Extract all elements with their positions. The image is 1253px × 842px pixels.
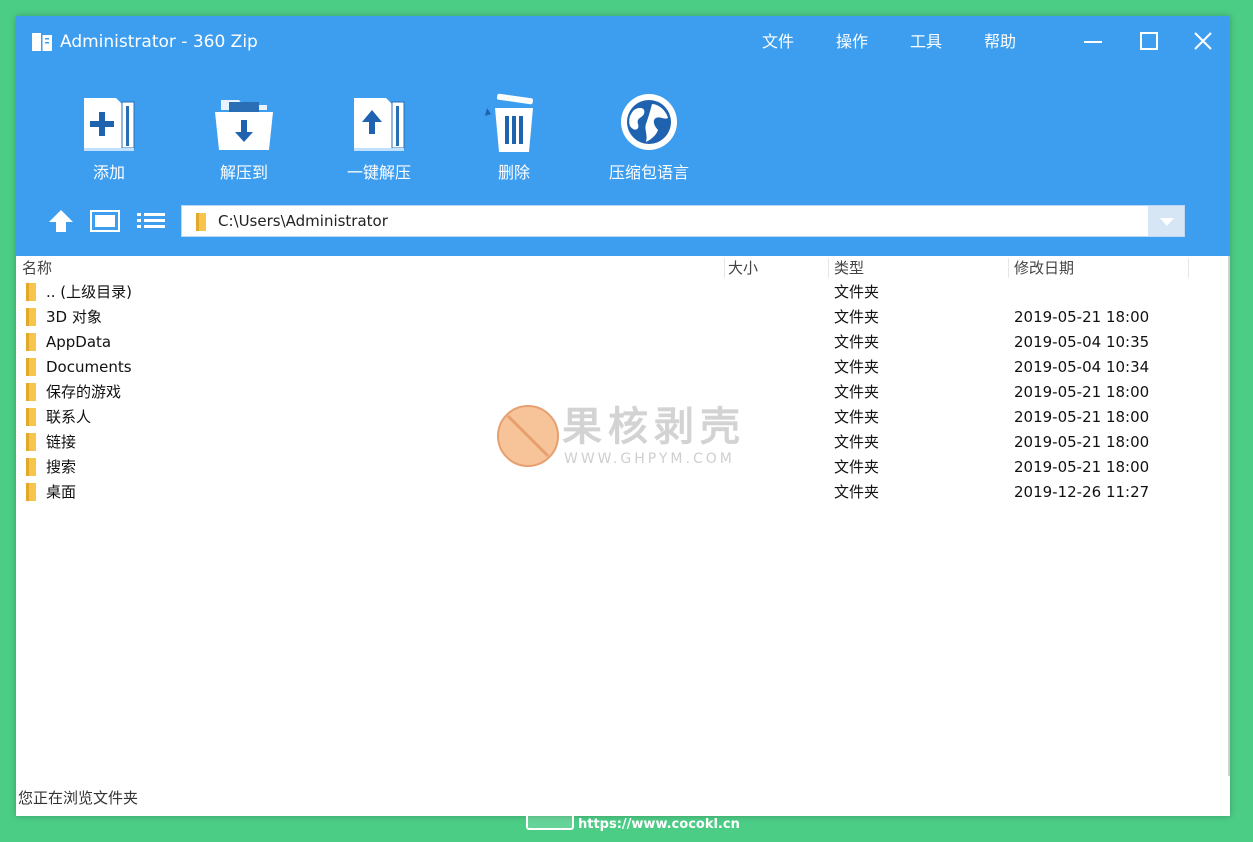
file-type: 文件夹 <box>834 383 880 401</box>
archive-language-label: 压缩包语言 <box>608 163 689 182</box>
file-name: Documents <box>46 358 132 376</box>
file-modified: 2019-05-21 18:00 <box>1014 383 1150 401</box>
file-modified: 2019-05-21 18:00 <box>1014 458 1150 476</box>
menu-operation[interactable]: 操作 <box>836 30 868 54</box>
add-button[interactable]: 添加 <box>54 86 164 186</box>
folder-icon <box>26 458 36 476</box>
file-row[interactable]: AppData 文件夹 2019-05-04 10:35 <box>16 330 1230 355</box>
folder-icon <box>26 358 36 376</box>
file-name: 桌面 <box>46 483 77 501</box>
one-click-extract-label: 一键解压 <box>346 163 411 182</box>
footer-watermark-line2: https://www.cocokl.cn <box>578 817 740 832</box>
minimize-icon <box>1084 41 1102 43</box>
column-modified[interactable]: 修改日期 <box>1008 256 1188 280</box>
column-divider <box>1188 258 1189 278</box>
file-type: 文件夹 <box>834 408 880 426</box>
file-name: AppData <box>46 333 112 351</box>
battery-icon <box>526 806 574 830</box>
titlebar: Administrator - 360 Zip 文件 操作 工具 帮助 <box>16 16 1230 68</box>
menu-help[interactable]: 帮助 <box>984 30 1016 54</box>
close-icon <box>1194 32 1212 50</box>
file-modified: 2019-05-21 18:00 <box>1014 433 1150 451</box>
file-type: 文件夹 <box>834 308 880 326</box>
column-type[interactable]: 类型 <box>828 256 1008 280</box>
column-size[interactable]: 大小 <box>722 256 828 280</box>
file-row[interactable]: 保存的游戏 文件夹 2019-05-21 18:00 <box>16 380 1230 405</box>
thumbnail-view-button[interactable] <box>90 208 120 234</box>
delete-button[interactable]: 删除 <box>459 86 569 186</box>
close-button[interactable] <box>1186 26 1220 58</box>
one-click-extract-icon <box>354 98 405 151</box>
folder-icon <box>196 213 206 231</box>
add-label: 添加 <box>92 163 125 182</box>
file-row[interactable]: Documents 文件夹 2019-05-04 10:34 <box>16 355 1230 380</box>
file-name: 3D 对象 <box>46 308 102 326</box>
menu-tools[interactable]: 工具 <box>910 30 942 54</box>
file-name: 链接 <box>46 433 77 451</box>
file-type: 文件夹 <box>834 483 880 501</box>
file-row[interactable]: 桌面 文件夹 2019-12-26 11:27 <box>16 480 1230 505</box>
folder-icon <box>26 308 36 326</box>
folder-icon <box>26 333 36 351</box>
file-name: 搜索 <box>46 458 77 476</box>
extract-to-button[interactable]: 解压到 <box>189 86 299 186</box>
minimize-button[interactable] <box>1076 26 1110 58</box>
folder-icon <box>26 283 36 301</box>
one-click-extract-button[interactable]: 一键解压 <box>324 86 434 186</box>
maximize-icon <box>1140 32 1158 50</box>
footer-watermark: LeoKing的充电站 https://www.cocokl.cn <box>526 800 746 840</box>
folder-icon <box>26 433 36 451</box>
file-type: 文件夹 <box>834 283 880 301</box>
window-title: Administrator - 360 Zip <box>60 32 258 52</box>
app-window: Administrator - 360 Zip 文件 操作 工具 帮助 添加 解… <box>16 16 1230 816</box>
watermark-brand: 果核剥壳 <box>562 404 746 450</box>
archive-language-button[interactable]: 压缩包语言 <box>594 86 704 186</box>
trash-icon <box>485 93 533 152</box>
file-modified: 2019-05-04 10:34 <box>1014 358 1150 376</box>
file-type: 文件夹 <box>834 433 880 451</box>
file-name: 联系人 <box>46 408 92 426</box>
vertical-scrollbar[interactable] <box>1228 256 1230 776</box>
column-name[interactable]: 名称 <box>16 256 724 280</box>
list-header: 名称 大小 类型 修改日期 <box>16 256 1230 280</box>
extract-to-icon <box>215 100 273 150</box>
app-logo-icon <box>32 33 52 51</box>
file-type: 文件夹 <box>834 458 880 476</box>
folder-icon <box>26 408 36 426</box>
address-bar[interactable]: C:\Users\Administrator <box>181 205 1185 237</box>
toolbar: 添加 解压到 一键解压 删除 压缩包语言 <box>16 86 1230 186</box>
file-type: 文件夹 <box>834 333 880 351</box>
globe-icon <box>621 94 677 150</box>
folder-icon <box>26 383 36 401</box>
file-name: .. (上级目录) <box>46 283 133 301</box>
address-dropdown-button[interactable] <box>1148 206 1184 236</box>
thumbnail-view-icon <box>90 210 120 232</box>
list-view-icon <box>137 213 165 228</box>
header: Administrator - 360 Zip 文件 操作 工具 帮助 添加 解… <box>16 16 1230 256</box>
up-button[interactable] <box>46 208 76 234</box>
file-modified: 2019-05-21 18:00 <box>1014 408 1150 426</box>
maximize-button[interactable] <box>1132 26 1166 58</box>
watermark-url: WWW.GHPYM.COM <box>564 451 735 467</box>
watermark: 果核剥壳 WWW.GHPYM.COM <box>496 404 776 474</box>
status-text: 您正在浏览文件夹 <box>18 789 139 807</box>
delete-label: 删除 <box>497 163 530 182</box>
footer-watermark-line1: LeoKing的充电站 <box>602 801 705 815</box>
navigation-bar: C:\Users\Administrator <box>16 204 1230 240</box>
file-modified: 2019-05-21 18:00 <box>1014 308 1150 326</box>
file-type: 文件夹 <box>834 358 880 376</box>
address-path: C:\Users\Administrator <box>218 212 388 230</box>
list-view-button[interactable] <box>136 208 166 234</box>
file-name: 保存的游戏 <box>46 383 122 401</box>
menu-file[interactable]: 文件 <box>762 30 794 54</box>
file-row[interactable]: 3D 对象 文件夹 2019-05-21 18:00 <box>16 305 1230 330</box>
watermark-logo-icon <box>497 405 559 467</box>
folder-icon <box>26 483 36 501</box>
add-archive-icon <box>84 98 135 151</box>
file-modified: 2019-05-04 10:35 <box>1014 333 1150 351</box>
file-row[interactable]: .. (上级目录) 文件夹 <box>16 280 1230 305</box>
extract-to-label: 解压到 <box>219 163 268 182</box>
arrow-up-icon <box>49 210 73 232</box>
file-modified: 2019-12-26 11:27 <box>1014 483 1150 501</box>
